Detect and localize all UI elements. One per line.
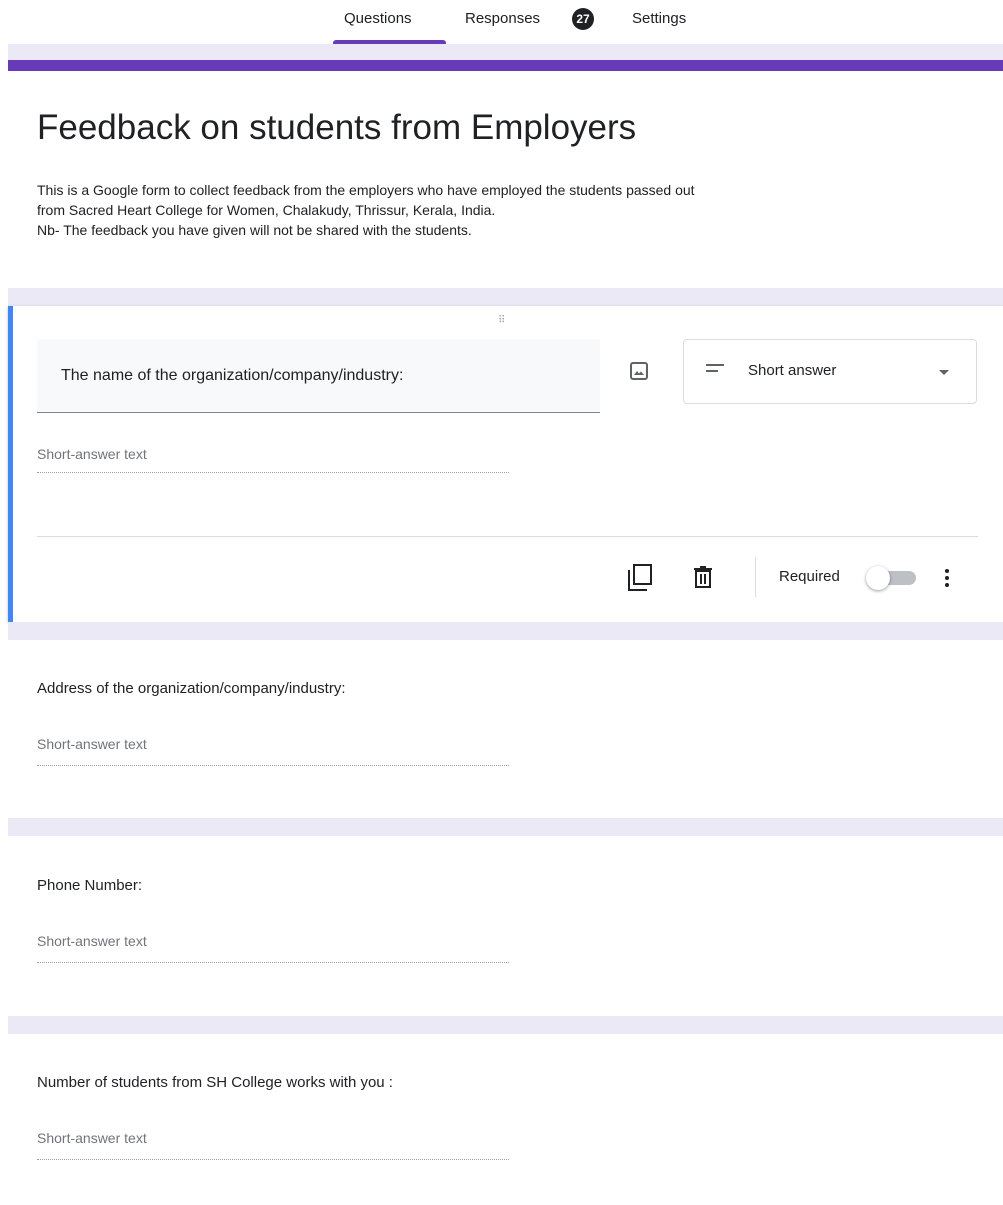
form-accent-bar xyxy=(8,60,1003,71)
dropdown-caret-icon xyxy=(939,370,949,375)
question-title[interactable]: Address of the organization/company/indu… xyxy=(37,680,346,697)
description-line: from Sacred Heart College for Women, Cha… xyxy=(37,202,496,218)
question-type-label: Short answer xyxy=(748,362,837,379)
short-answer-placeholder: Short-answer text xyxy=(37,933,147,949)
background-band xyxy=(8,1016,1003,1034)
short-answer-underline xyxy=(37,765,509,766)
background-band xyxy=(8,818,1003,836)
question-type-dropdown[interactable]: Short answer xyxy=(683,339,977,404)
question-footer-divider xyxy=(37,536,978,537)
question-title-text: The name of the organization/company/ind… xyxy=(61,367,404,384)
more-vert-icon[interactable] xyxy=(944,568,950,588)
responses-count-badge: 27 xyxy=(572,8,594,30)
tab-bar: Questions Responses 27 Settings xyxy=(0,0,1003,44)
question-card[interactable] xyxy=(8,640,1003,818)
form-description[interactable]: This is a Google form to collect feedbac… xyxy=(37,180,967,240)
question-card[interactable] xyxy=(8,836,1003,1016)
description-line: This is a Google form to collect feedbac… xyxy=(37,182,695,198)
required-label: Required xyxy=(779,568,840,585)
short-answer-placeholder: Short-answer text xyxy=(37,446,147,462)
question-title[interactable]: Phone Number: xyxy=(37,877,142,894)
drag-handle-icon[interactable]: ⠿ xyxy=(498,315,506,326)
active-question-indicator xyxy=(8,306,13,622)
tab-responses[interactable]: Responses xyxy=(465,10,540,27)
background-band xyxy=(8,622,1003,640)
tab-questions[interactable]: Questions xyxy=(344,10,412,27)
background-band xyxy=(8,288,1003,306)
delete-icon[interactable] xyxy=(693,566,713,588)
toggle-knob xyxy=(866,566,890,590)
short-answer-underline xyxy=(37,472,509,473)
form-title[interactable]: Feedback on students from Employers xyxy=(37,108,636,148)
short-answer-underline xyxy=(37,962,509,963)
question-title-input[interactable]: The name of the organization/company/ind… xyxy=(37,339,600,413)
short-answer-placeholder: Short-answer text xyxy=(37,1130,147,1146)
question-title[interactable]: Number of students from SH College works… xyxy=(37,1074,393,1091)
image-icon[interactable] xyxy=(628,360,650,382)
copy-icon[interactable] xyxy=(627,564,653,592)
tab-settings[interactable]: Settings xyxy=(632,10,686,27)
question-card[interactable] xyxy=(8,1034,1003,1205)
footer-vertical-divider xyxy=(755,557,756,597)
background-band xyxy=(8,44,1003,60)
description-line: Nb- The feedback you have given will not… xyxy=(37,222,472,238)
short-answer-placeholder: Short-answer text xyxy=(37,736,147,752)
short-answer-icon xyxy=(706,364,724,372)
short-answer-underline xyxy=(37,1159,509,1160)
